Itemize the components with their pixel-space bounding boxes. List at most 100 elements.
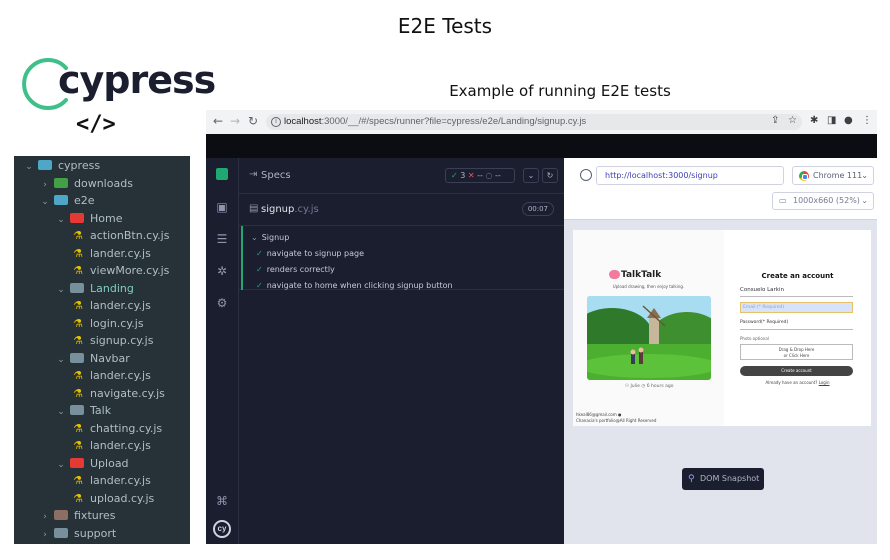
tree-folder-item[interactable]: › support	[14, 525, 190, 543]
login-link[interactable]: Login	[819, 380, 830, 385]
name-field[interactable]: Consuelo Larkin	[740, 287, 853, 297]
bookmark-star-icon[interactable]: ☆	[788, 115, 797, 126]
tree-item-label: Navbar	[90, 351, 130, 365]
test-row[interactable]: ✓ navigate to signup page	[256, 249, 364, 258]
spec-file-row: ▤ signup.cy.js 00:07	[239, 194, 564, 226]
tree-folder-item[interactable]: › downloads	[14, 175, 190, 193]
tree-file-item[interactable]: ⚗ lander.cy.js	[14, 367, 190, 385]
test-flask-icon: ⚗	[73, 229, 83, 242]
browser-select[interactable]: Chrome 111 ⌄	[792, 166, 874, 185]
signup-left-pane: TalkTalk Upload drawing, then enjoy talk…	[573, 230, 724, 426]
tree-folder-item[interactable]: ⌄ Home	[14, 210, 190, 228]
share-icon[interactable]: ⇪	[771, 115, 779, 126]
test-suite[interactable]: ⌄ Signup ✓ navigate to signup page ✓ render…	[239, 226, 564, 290]
password-field[interactable]: Password(* Required)	[740, 320, 853, 330]
email-field[interactable]: Email (* Required)	[740, 302, 853, 313]
suite-label: Signup	[261, 233, 290, 242]
selector-playground-icon[interactable]	[580, 169, 592, 181]
footer-email-text: hkeal86@gmail.com	[576, 412, 617, 417]
rerun-icon[interactable]: ↻	[542, 168, 558, 183]
login-prompt-text: Already have an account?	[765, 380, 818, 385]
collapse-chevron-icon[interactable]: ⌄	[523, 168, 539, 183]
tree-item-label: Landing	[90, 281, 134, 295]
address-bar[interactable]: i localhost:3000/__/#/specs/runner?file=…	[266, 114, 802, 130]
more-menu-icon[interactable]: ⋮	[862, 115, 872, 126]
keyboard-shortcuts-icon[interactable]: ⌘	[215, 494, 229, 508]
specs-label[interactable]: Specs	[261, 170, 291, 181]
runner-top-strip	[206, 134, 877, 158]
site-info-icon[interactable]: i	[271, 117, 281, 127]
project-icon[interactable]	[216, 168, 228, 180]
debug-bug-icon[interactable]: ✲	[215, 264, 229, 278]
viewport-select[interactable]: ▭ 1000x660 (52%) ⌄	[772, 192, 874, 210]
side-panel-icon[interactable]: ◨	[827, 115, 836, 126]
back-arrow-icon[interactable]: ←	[213, 114, 223, 128]
suite-title[interactable]: ⌄ Signup	[251, 233, 289, 242]
extensions-icon[interactable]: ✱	[810, 115, 818, 126]
chevron-right-icon: ›	[43, 529, 47, 540]
test-label: navigate to home when clicking signup bu…	[266, 281, 453, 290]
forward-arrow-icon[interactable]: →	[230, 114, 240, 128]
tree-file-item[interactable]: ⚗ login.cy.js	[14, 315, 190, 333]
tree-file-item[interactable]: ⚗ viewMore.cy.js	[14, 262, 190, 280]
tree-folder-item[interactable]: ⌄ Upload	[14, 455, 190, 473]
test-flask-icon: ⚗	[73, 334, 83, 347]
tree-folder-item[interactable]: ⌄ Landing	[14, 280, 190, 298]
failed-count: --	[477, 171, 483, 180]
slide-subtitle: Example of running E2E tests	[449, 82, 671, 100]
specs-toggle-icon[interactable]: ⇥	[249, 169, 257, 180]
tree-file-item[interactable]: ⚗ lander.cy.js	[14, 437, 190, 455]
test-flask-icon: ⚗	[73, 491, 83, 505]
specs-list-icon[interactable]: ☰	[215, 232, 229, 246]
tree-item-label: Home	[90, 211, 123, 225]
tree-item-label: login.cy.js	[90, 316, 144, 330]
test-row[interactable]: ✓ navigate to home when clicking signup b…	[256, 281, 453, 290]
tree-file-item[interactable]: ⚗ lander.cy.js	[14, 245, 190, 263]
tree-item-label: lander.cy.js	[90, 246, 151, 260]
cypress-logo: cypress	[22, 52, 216, 112]
tree-file-item[interactable]: ⚗ lander.cy.js	[14, 472, 190, 490]
tree-folder-item[interactable]: ⌄ e2e	[14, 192, 190, 210]
folder-icon	[70, 212, 84, 223]
settings-gear-icon[interactable]: ⚙	[215, 296, 229, 310]
profile-icon[interactable]: ●	[844, 115, 853, 126]
tree-folder-item[interactable]: ⌄ Talk	[14, 402, 190, 420]
runs-icon[interactable]: ▣	[215, 200, 229, 214]
github-icon[interactable]: ●	[618, 412, 622, 417]
chrome-icon	[799, 171, 809, 181]
tree-file-item[interactable]: ⚗ actionBtn.cy.js	[14, 227, 190, 245]
tree-file-item[interactable]: ⚗ navigate.cy.js	[14, 385, 190, 403]
dom-snapshot-button[interactable]: ⚲ DOM Snapshot	[682, 468, 764, 490]
tree-file-item[interactable]: ⚗ upload.cy.js	[14, 490, 190, 508]
spec-name: signup	[261, 204, 295, 215]
photo-dropzone[interactable]: Drag & Drop Here or Click Here	[740, 344, 853, 360]
tree-item-label: upload.cy.js	[90, 491, 155, 505]
browser-toolbar: ← → ↻ i localhost:3000/__/#/specs/runner…	[206, 110, 877, 134]
tree-item-label: chatting.cy.js	[90, 421, 163, 435]
tree-item-label: actionBtn.cy.js	[90, 229, 170, 242]
browser-window: ← → ↻ i localhost:3000/__/#/specs/runner…	[206, 110, 877, 544]
tree-folder-item[interactable]: ⌄ Navbar	[14, 350, 190, 368]
tree-file-item[interactable]: ⚗ signup.cy.js	[14, 332, 190, 350]
aut-url-field[interactable]: http://localhost:3000/signup	[596, 166, 784, 185]
talktalk-logo-icon	[609, 270, 620, 279]
reload-icon[interactable]: ↻	[248, 114, 258, 128]
login-prompt: Already have an account? Login	[724, 380, 871, 385]
tree-item-label: cypress	[58, 159, 101, 172]
url-host: localhost	[284, 116, 322, 127]
tree-folder-item[interactable]: › fixtures	[14, 507, 190, 525]
test-flask-icon: ⚗	[73, 439, 83, 452]
test-row[interactable]: ✓ renders correctly	[256, 265, 335, 274]
test-label: renders correctly	[266, 265, 335, 274]
tree-item-label: Upload	[90, 456, 129, 470]
photo-label: Photo optional	[740, 336, 769, 341]
tree-file-item[interactable]: ⚗ chatting.cy.js	[14, 420, 190, 438]
tree-file-item[interactable]: ⚗ lander.cy.js	[14, 297, 190, 315]
tree-folder-item[interactable]: ⌄ cypress	[14, 157, 190, 175]
passed-check-icon: ✓	[451, 171, 458, 180]
create-account-button[interactable]: Create account	[740, 366, 853, 376]
chevron-down-icon: ⌄	[251, 233, 258, 242]
dropzone-line-2: or Click Here	[783, 353, 810, 358]
tree-item-label: lander.cy.js	[90, 474, 151, 487]
folder-icon	[54, 510, 68, 520]
